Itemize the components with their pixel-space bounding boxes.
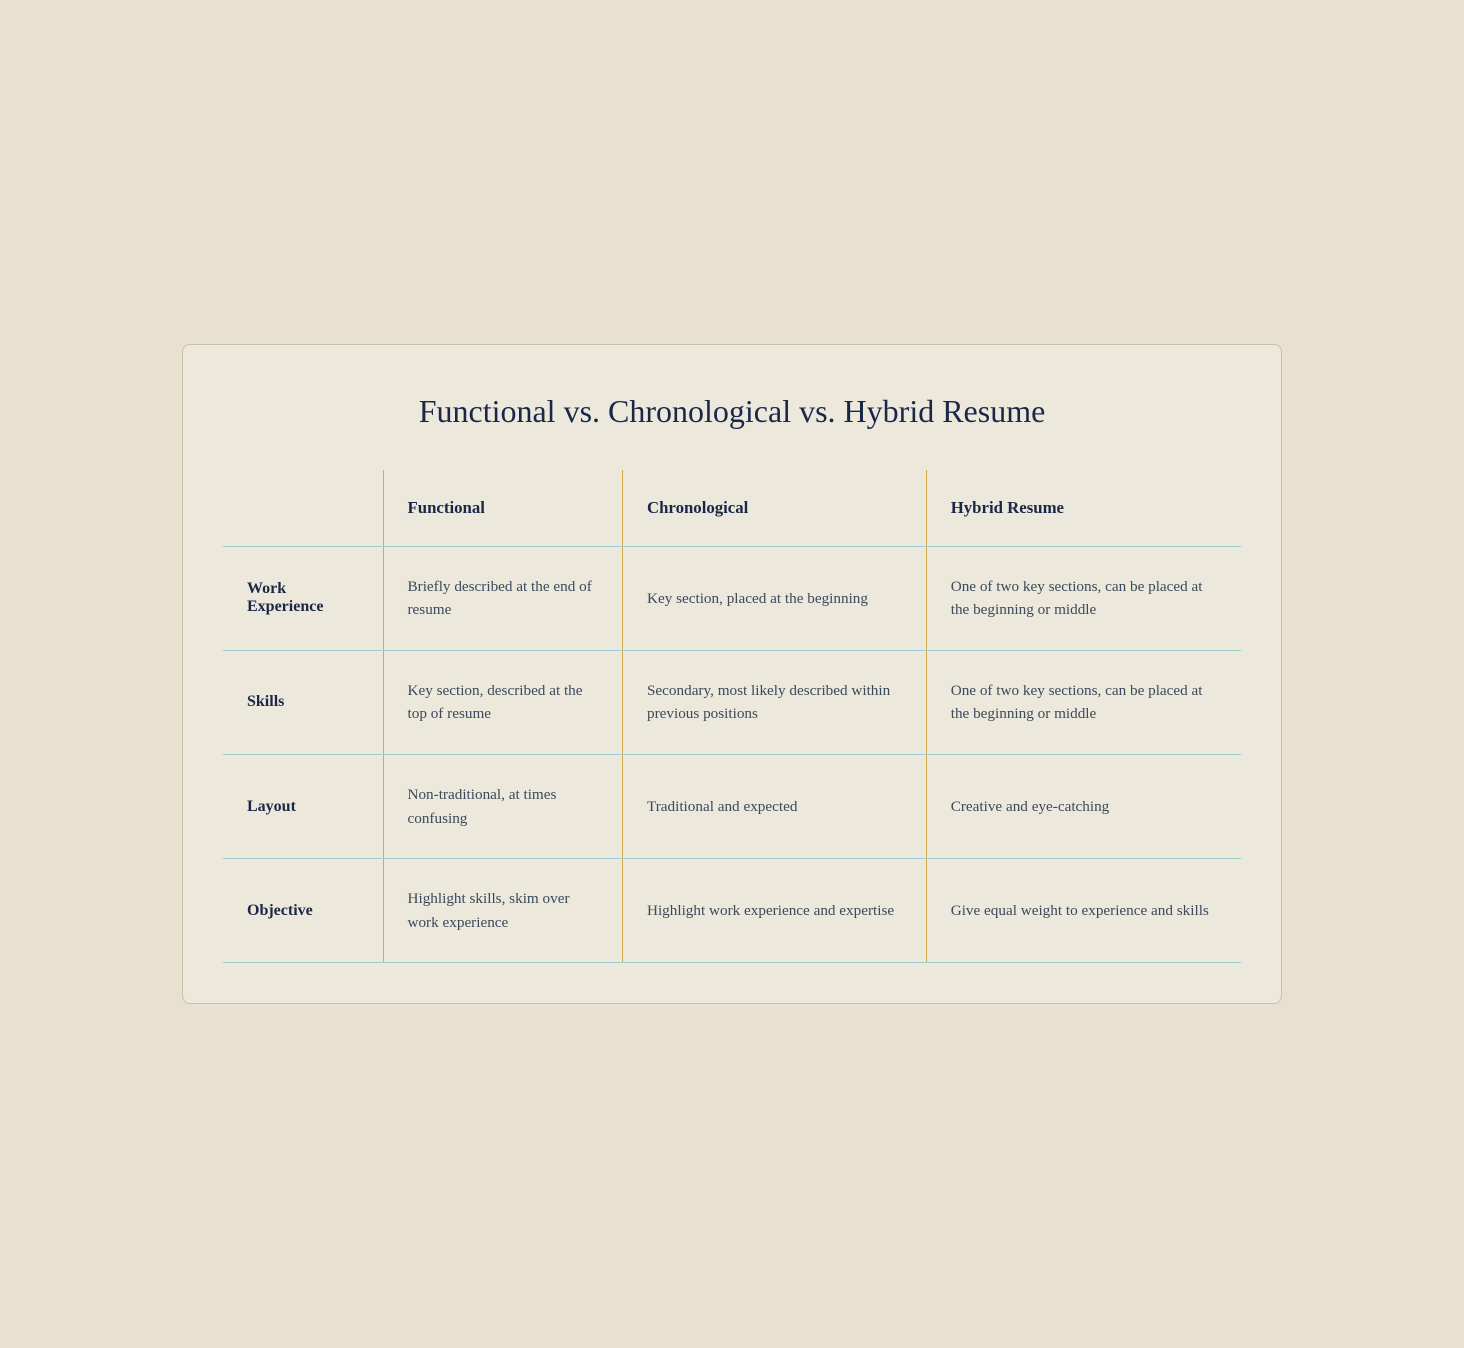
- row-hybrid-2: Creative and eye-catching: [926, 755, 1241, 859]
- header-col4: Hybrid Resume: [926, 470, 1241, 547]
- row-functional-0: Briefly described at the end of resume: [383, 546, 622, 650]
- row-label-2: Layout: [223, 755, 383, 859]
- header-col3: Chronological: [622, 470, 926, 547]
- row-chronological-2: Traditional and expected: [622, 755, 926, 859]
- row-hybrid-1: One of two key sections, can be placed a…: [926, 650, 1241, 754]
- table-row: LayoutNon-traditional, at times confusin…: [223, 755, 1241, 859]
- row-label-0: Work Experience: [223, 546, 383, 650]
- row-hybrid-3: Give equal weight to experience and skil…: [926, 859, 1241, 963]
- row-hybrid-0: One of two key sections, can be placed a…: [926, 546, 1241, 650]
- page-title: Functional vs. Chronological vs. Hybrid …: [223, 393, 1241, 430]
- table-row: SkillsKey section, described at the top …: [223, 650, 1241, 754]
- table-bottom-divider: [223, 962, 1241, 963]
- table-header-row: Functional Chronological Hybrid Resume: [223, 470, 1241, 547]
- table-row: Work ExperienceBriefly described at the …: [223, 546, 1241, 650]
- row-functional-2: Non-traditional, at times confusing: [383, 755, 622, 859]
- header-col2: Functional: [383, 470, 622, 547]
- header-col1: [223, 470, 383, 547]
- row-chronological-3: Highlight work experience and expertise: [622, 859, 926, 963]
- table-row: ObjectiveHighlight skills, skim over wor…: [223, 859, 1241, 963]
- comparison-table: Functional Chronological Hybrid Resume W…: [223, 470, 1241, 963]
- row-functional-3: Highlight skills, skim over work experie…: [383, 859, 622, 963]
- row-chronological-0: Key section, placed at the beginning: [622, 546, 926, 650]
- row-label-1: Skills: [223, 650, 383, 754]
- row-chronological-1: Secondary, most likely described within …: [622, 650, 926, 754]
- comparison-card: Functional vs. Chronological vs. Hybrid …: [182, 344, 1282, 1005]
- row-functional-1: Key section, described at the top of res…: [383, 650, 622, 754]
- row-label-3: Objective: [223, 859, 383, 963]
